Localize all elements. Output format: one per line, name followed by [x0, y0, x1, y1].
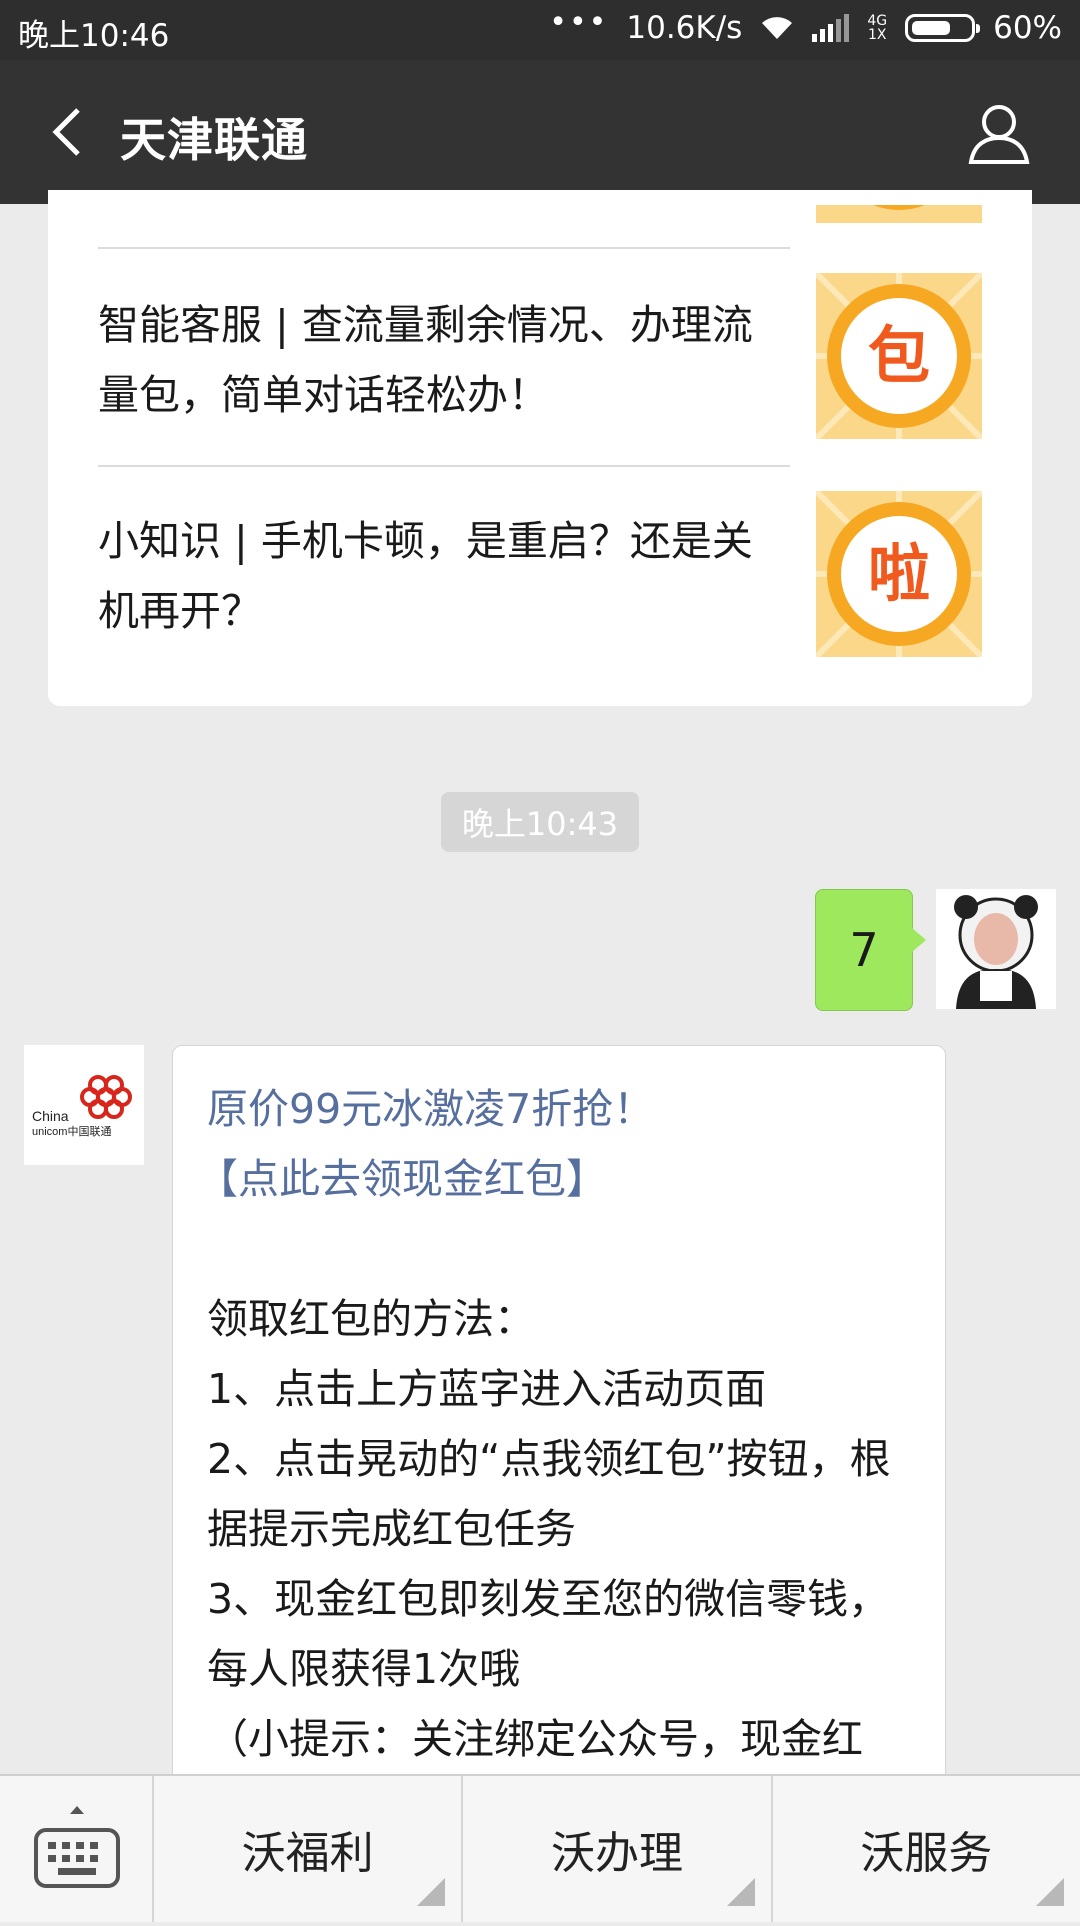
keyboard-toggle-button[interactable] — [0, 1776, 154, 1922]
article-thumbnail[interactable]: 啦 — [813, 488, 985, 660]
svg-text:China: China — [32, 1108, 69, 1124]
my-avatar[interactable] — [936, 889, 1056, 1009]
keyboard-icon — [34, 1806, 120, 1888]
article-item[interactable]: 智能客服 | 查流量剩余情况、办理流量包，简单对话轻松办！ — [98, 290, 758, 430]
more-dots-icon: ••• — [549, 4, 609, 40]
svg-text:unicom中国联通: unicom中国联通 — [32, 1125, 111, 1138]
menu-label: 沃服务 — [860, 1828, 993, 1879]
sent-message-text: 7 — [849, 923, 879, 977]
submenu-indicator-icon — [726, 1878, 755, 1906]
menu-label: 沃福利 — [241, 1828, 374, 1879]
menu-item-wo-welfare[interactable]: 沃福利 — [154, 1776, 464, 1922]
tip-text: （小提示：关注绑定公众号，现金红 — [207, 1715, 863, 1763]
menu-item-wo-handle[interactable]: 沃办理 — [463, 1776, 773, 1922]
battery-icon — [905, 14, 981, 42]
message-timestamp: 晚上10:43 — [441, 792, 639, 852]
article-thumbnail[interactable]: 包 — [813, 270, 985, 442]
article-divider — [98, 465, 790, 467]
menu-label: 沃办理 — [550, 1828, 683, 1879]
network-type: 4G 1X — [867, 13, 888, 43]
header-bar: 天津联通 — [0, 60, 1080, 204]
svg-text:啦: 啦 — [868, 537, 930, 610]
network-speed: 10.6K/s — [626, 10, 743, 46]
page-title: 天津联通 — [120, 113, 308, 167]
instruction-step: 1、点击上方蓝字进入活动页面 — [207, 1365, 767, 1413]
official-account-avatar[interactable]: China unicom中国联通 — [24, 1045, 144, 1165]
submenu-indicator-icon — [1035, 1878, 1064, 1906]
status-time: 晚上10:46 — [18, 18, 170, 54]
article-divider — [98, 247, 790, 249]
status-bar: 晚上10:46 ••• 10.6K/s 4G 1X 60% — [0, 0, 1080, 60]
red-packet-link[interactable]: 【点此去领现金红包】 — [197, 1144, 915, 1214]
instruction-step: 2、点击晃动的“点我领红包”按钮，根据提示完成红包任务 — [207, 1435, 891, 1553]
promo-link[interactable]: 原价99元冰激凌7折抢！ — [207, 1074, 915, 1144]
article-item[interactable]: 小知识 | 手机卡顿，是重启？还是关机再开？ — [98, 506, 758, 646]
instructions-heading: 领取红包的方法： — [207, 1295, 535, 1343]
signal-icon — [812, 14, 850, 42]
wifi-icon — [762, 17, 793, 39]
sent-message-bubble[interactable]: 7 — [815, 889, 926, 1011]
battery-percent: 60% — [993, 10, 1062, 46]
article-thumbnail-partial — [816, 205, 982, 223]
instruction-step: 3、现金红包即刻发至您的微信零钱，每人限获得1次哦 — [207, 1575, 890, 1693]
menu-item-wo-service[interactable]: 沃服务 — [773, 1776, 1080, 1922]
profile-icon[interactable] — [966, 100, 1032, 166]
submenu-indicator-icon — [417, 1878, 446, 1906]
status-right: ••• 10.6K/s 4G 1X 60% — [549, 5, 1062, 47]
received-message-bubble: 原价99元冰激凌7折抢！ 【点此去领现金红包】 领取红包的方法： 1、点击上方蓝… — [172, 1045, 946, 1885]
back-arrow-icon[interactable] — [40, 100, 104, 164]
bottom-menu: 沃福利 沃办理 沃服务 — [0, 1774, 1080, 1922]
svg-text:包: 包 — [868, 319, 930, 392]
